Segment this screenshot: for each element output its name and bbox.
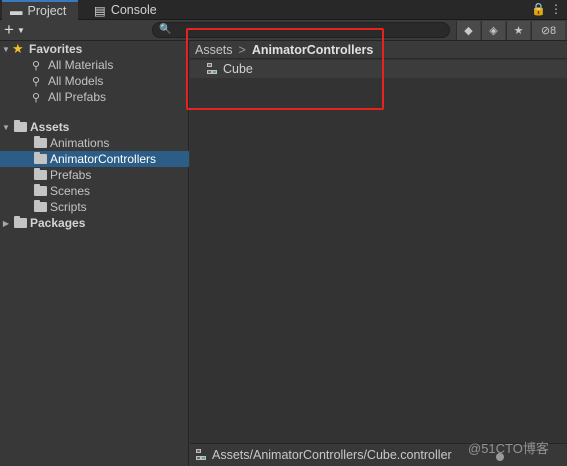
tree-item-label: AnimatorControllers (50, 152, 157, 166)
folder-icon (14, 216, 27, 228)
filter-by-label-button[interactable]: ◈ (481, 21, 505, 40)
folder-icon (34, 184, 47, 196)
tree-item-animatorcontrollers[interactable]: AnimatorControllers (0, 151, 189, 167)
tag-icon: ◈ (489, 25, 498, 37)
folder-open-icon (14, 120, 27, 132)
filter-type-icon: ◆ (464, 25, 473, 37)
project-tree: ▼ ★ Favorites ⚲ All Materials ⚲ All Mode… (0, 41, 189, 466)
hidden-packages-button[interactable]: ⊘ 8 (531, 21, 565, 40)
menu-icon[interactable]: ⋮ (550, 2, 562, 16)
caret-down-icon[interactable]: ▼ (0, 45, 12, 54)
breadcrumb-assets[interactable]: Assets (195, 43, 233, 57)
tree-item-label: Animations (50, 136, 110, 150)
tab-console-label: Console (110, 3, 157, 17)
chevron-right-icon: > (238, 42, 246, 57)
hidden-count: 8 (550, 24, 557, 37)
folder-icon (34, 168, 47, 180)
tree-item-label: Scripts (50, 200, 87, 214)
lock-icon[interactable]: 🔒 (531, 2, 546, 16)
chevron-down-icon: ▼ (16, 25, 25, 35)
star-icon: ★ (513, 25, 524, 37)
save-search-button[interactable]: ★ (506, 21, 530, 40)
caret-right-icon[interactable]: ▶ (0, 219, 12, 228)
folder-icon (34, 200, 47, 212)
selected-asset-path: Assets/AnimatorControllers/Cube.controll… (212, 448, 452, 462)
folder-icon (34, 136, 47, 148)
asset-browser: Assets > AnimatorControllers Cube (190, 41, 567, 466)
tree-item-label: All Models (48, 74, 104, 88)
breadcrumb-current[interactable]: AnimatorControllers (252, 43, 374, 57)
tree-item-all-materials[interactable]: ⚲ All Materials (0, 57, 189, 73)
tree-item-assets[interactable]: ▼ Assets (0, 119, 189, 135)
tree-item-all-models[interactable]: ⚲ All Models (0, 73, 189, 89)
animator-controller-icon (207, 63, 219, 75)
tree-item-scripts[interactable]: Scripts (0, 199, 189, 215)
asset-name: Cube (223, 62, 253, 76)
console-icon: ▤ (94, 3, 106, 18)
search-icon: ⚲ (32, 75, 41, 88)
breadcrumb: Assets > AnimatorControllers (190, 41, 567, 59)
tree-item-label: Prefabs (50, 168, 92, 182)
tree-item-label: All Prefabs (48, 90, 107, 104)
window-tab-bar: ▬ Project ▤ Console 🔒 ⋮ (0, 0, 567, 20)
folder-icon (34, 152, 47, 164)
star-icon: ★ (12, 41, 24, 56)
caret-down-icon[interactable]: ▼ (0, 123, 12, 132)
tree-item-prefabs[interactable]: Prefabs (0, 167, 189, 183)
tree-item-scenes[interactable]: Scenes (0, 183, 189, 199)
tree-item-label: Scenes (50, 184, 91, 198)
list-item[interactable]: Cube (190, 60, 567, 78)
tree-item-label: Packages (30, 216, 86, 230)
create-button[interactable]: + ▼ (4, 20, 25, 39)
tree-item-label: Favorites (29, 42, 83, 56)
search-icon: 🔍 (159, 24, 172, 35)
tree-item-animations[interactable]: Animations (0, 135, 189, 151)
eye-slash-icon: ⊘ (540, 25, 551, 37)
tab-project-label: Project (27, 4, 67, 18)
watermark: @51CTO博客 (468, 441, 549, 456)
project-toolbar: + ▼ 🔍 ◆ ◈ ★ ⊘ 8 (0, 20, 567, 41)
tab-project[interactable]: ▬ Project (2, 0, 78, 20)
tree-item-favorites[interactable]: ▼ ★ Favorites (0, 41, 189, 57)
search-icon: ⚲ (32, 91, 41, 104)
tree-item-all-prefabs[interactable]: ⚲ All Prefabs (0, 89, 189, 105)
tab-console[interactable]: ▤ Console (86, 0, 166, 20)
folder-icon: ▬ (10, 4, 23, 18)
filter-by-type-button[interactable]: ◆ (456, 21, 480, 40)
search-input[interactable]: 🔍 (152, 22, 450, 38)
animator-controller-icon (196, 449, 208, 461)
plus-icon: + (4, 20, 14, 39)
tree-item-label: Assets (30, 120, 70, 134)
search-icon: ⚲ (32, 59, 41, 72)
tree-item-label: All Materials (48, 58, 114, 72)
tree-item-packages[interactable]: ▶ Packages (0, 215, 189, 231)
